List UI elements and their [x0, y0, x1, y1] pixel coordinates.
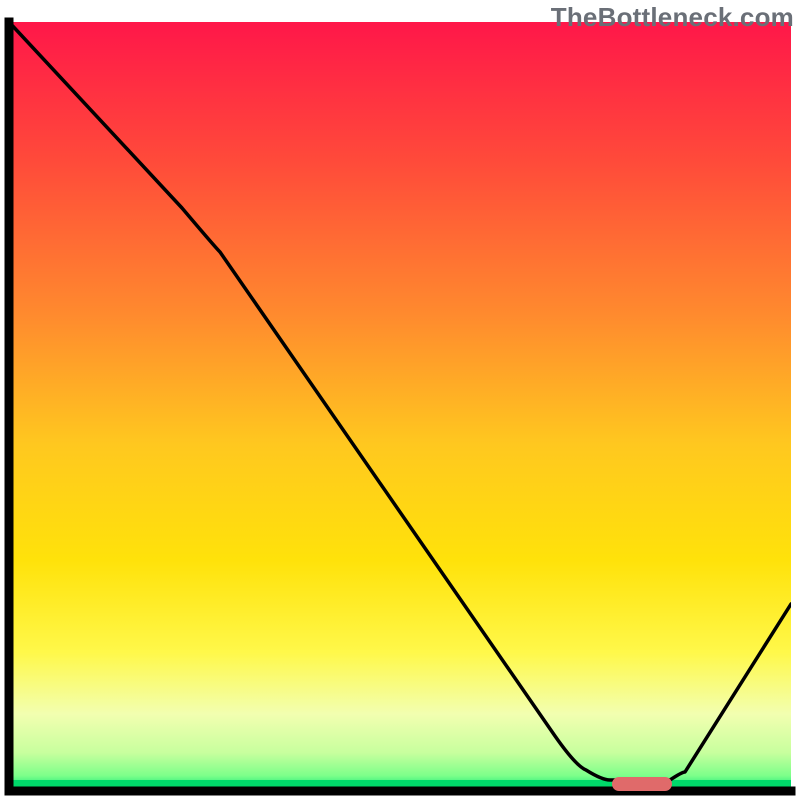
- watermark-text: TheBottleneck.com: [551, 2, 794, 33]
- chart-svg: [0, 0, 800, 800]
- plot-background: [9, 22, 791, 791]
- bottleneck-chart: TheBottleneck.com: [0, 0, 800, 800]
- optimal-range-marker: [612, 777, 672, 791]
